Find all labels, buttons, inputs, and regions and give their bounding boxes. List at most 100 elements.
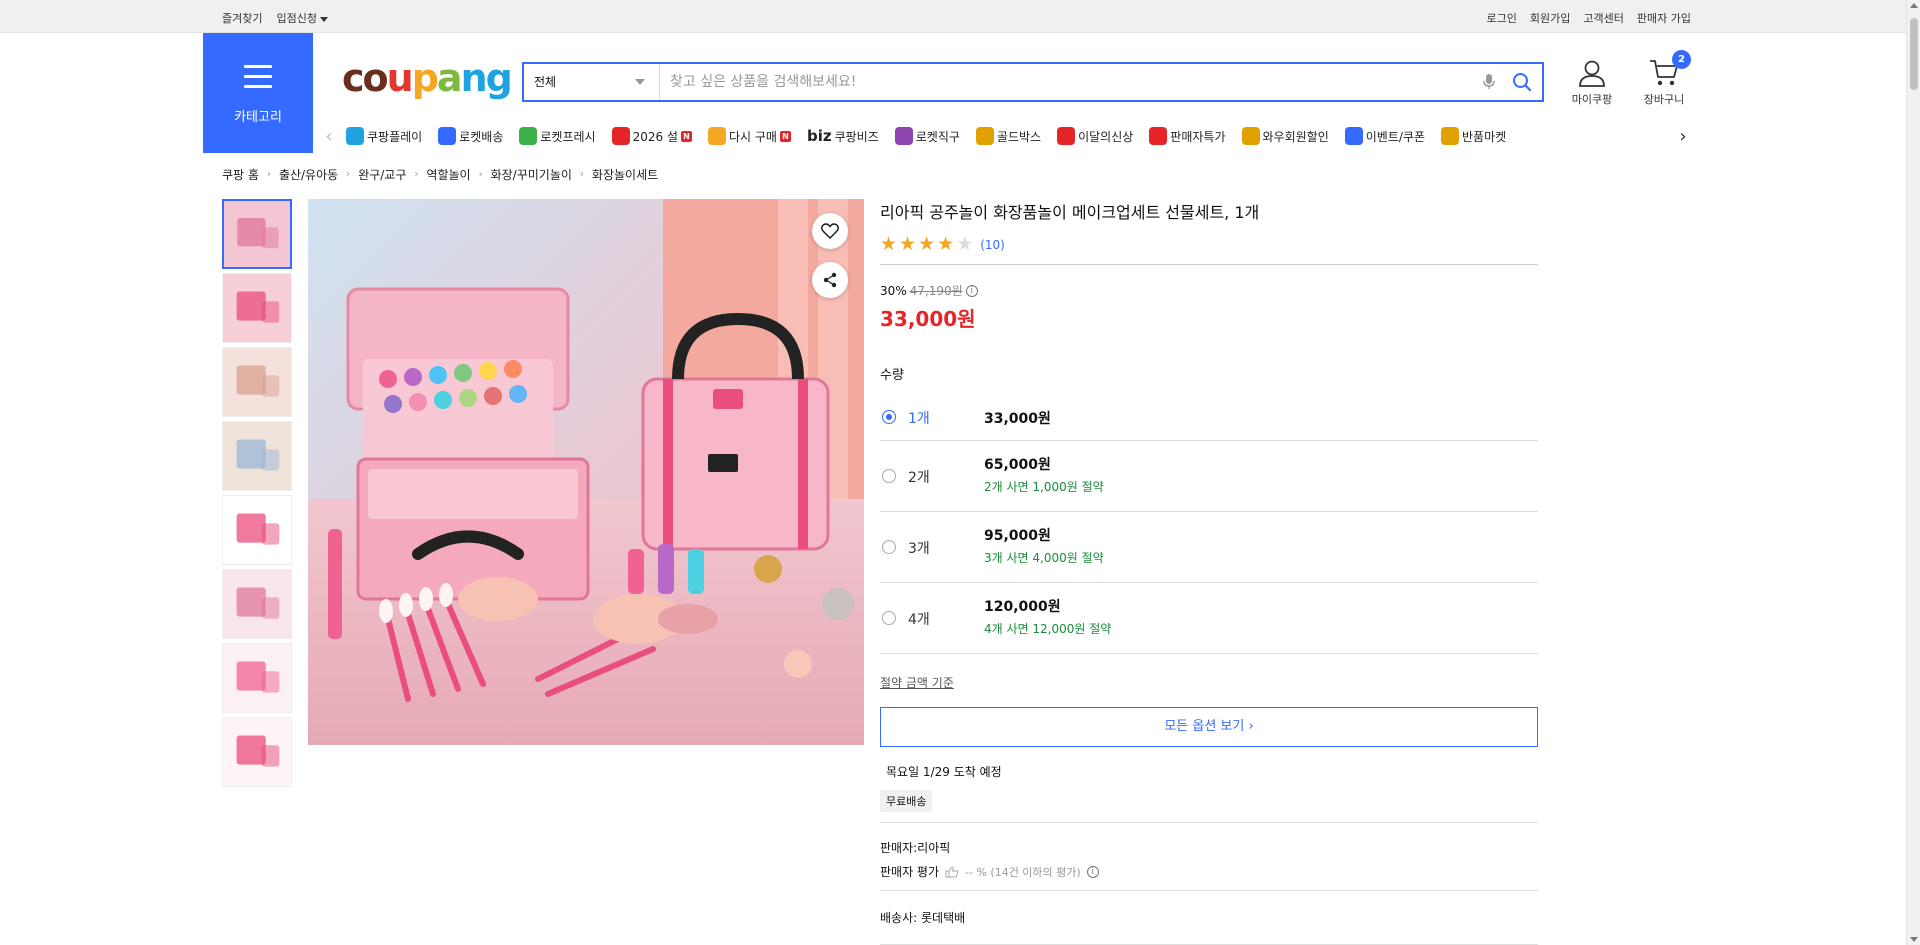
- login-link[interactable]: 로그인: [1487, 10, 1517, 26]
- quantity-option[interactable]: 4개 120,000원 4개 사면 12,000원 절약: [880, 583, 1538, 654]
- product-thumbnail[interactable]: [222, 421, 292, 491]
- seller-apply-label: 입점신청: [276, 12, 317, 25]
- new-badge: N: [680, 130, 692, 142]
- info-icon[interactable]: i: [1086, 865, 1099, 878]
- search-icon: [1513, 73, 1532, 92]
- nav-item-label: 쿠팡비즈: [834, 129, 879, 144]
- product-thumbnail[interactable]: [222, 643, 292, 713]
- scroll-up-arrow-icon[interactable]: [1910, 3, 1918, 8]
- info-icon[interactable]: i: [965, 284, 978, 297]
- top-left-links: 즐겨찾기 입점신청: [222, 10, 328, 26]
- product-thumbnail[interactable]: [222, 495, 292, 565]
- nav-item[interactable]: 반품마켓: [1441, 127, 1506, 145]
- rocket-icon: [438, 127, 457, 145]
- thumbnail-list: [222, 199, 294, 791]
- quantity-options: 1개 33,000원 2개 65,000원 2개 사면 1,000원 절약 3개 95,00…: [880, 393, 1538, 654]
- review-count-link[interactable]: (10): [980, 238, 1005, 252]
- return-market-icon: [1441, 127, 1459, 145]
- cart-label: 장바구니: [1643, 93, 1685, 106]
- breadcrumb-item[interactable]: 역할놀이: [426, 166, 470, 183]
- thumbs-up-icon: [945, 865, 959, 877]
- radio-button[interactable]: [882, 410, 896, 424]
- all-options-button[interactable]: 모든 옵션 보기 ›: [880, 707, 1538, 747]
- saving-basis-link[interactable]: 절약 금액 기준: [880, 674, 1538, 691]
- seller-signup-link[interactable]: 판매자 가입: [1637, 10, 1691, 26]
- quantity-option[interactable]: 3개 95,000원 3개 사면 4,000원 절약: [880, 512, 1538, 583]
- nav-next-arrow-icon[interactable]: ›: [1672, 126, 1694, 147]
- search-input[interactable]: [660, 64, 1476, 100]
- search-button[interactable]: [1502, 64, 1542, 100]
- radio-button[interactable]: [882, 540, 896, 554]
- free-shipping-badge: 무료배송: [880, 790, 933, 812]
- search-category-select[interactable]: 전체: [524, 64, 660, 100]
- breadcrumb-separator-icon: ›: [579, 169, 584, 180]
- radio-button[interactable]: [882, 469, 896, 483]
- signup-link[interactable]: 회원가입: [1530, 10, 1570, 26]
- seller-apply-link[interactable]: 입점신청: [276, 10, 328, 26]
- discount-rate: 30%: [880, 283, 907, 298]
- wishlist-button[interactable]: [812, 213, 848, 249]
- scroll-down-arrow-icon[interactable]: [1910, 937, 1918, 942]
- nav-item[interactable]: 쿠팡플레이: [346, 127, 422, 145]
- product-thumbnail[interactable]: [222, 717, 292, 787]
- option-saving: 2개 사면 1,000원 절약: [984, 480, 1104, 494]
- nav-item-label: 2026 설: [632, 129, 678, 144]
- breadcrumb-item[interactable]: 화장놀이세트: [592, 166, 658, 183]
- radio-button[interactable]: [882, 611, 896, 625]
- chevron-down-icon: [635, 79, 645, 85]
- nav-item[interactable]: biz 쿠팡비즈: [807, 127, 879, 145]
- coupang-logo[interactable]: coupang: [342, 56, 513, 100]
- global-icon: [894, 127, 913, 145]
- nav-item[interactable]: 골드박스: [975, 127, 1042, 145]
- scrollbar-thumb[interactable]: [1910, 18, 1918, 90]
- share-button[interactable]: [812, 262, 848, 298]
- breadcrumb-item[interactable]: 쿠팡 홈: [222, 166, 259, 183]
- nav-item[interactable]: 2026 설N: [611, 127, 692, 145]
- search-category-value: 전체: [534, 75, 557, 89]
- nav-item-label: 다시 구매: [728, 129, 777, 144]
- rocket-fresh-icon: [519, 127, 538, 145]
- mycoupang-button[interactable]: 마이쿠팡: [1561, 58, 1623, 107]
- vertical-scrollbar[interactable]: [1906, 0, 1920, 945]
- sale-price: 33,000원: [880, 307, 976, 331]
- customer-center-link[interactable]: 고객센터: [1583, 10, 1623, 26]
- star-icon: ★: [937, 233, 955, 255]
- breadcrumb-item[interactable]: 화장/꾸미기놀이: [491, 166, 572, 183]
- category-button[interactable]: 카테고리: [203, 33, 313, 153]
- bookmark-link[interactable]: 즐겨찾기: [222, 10, 262, 26]
- nav-item-label: 로켓프레시: [540, 129, 596, 144]
- breadcrumb-separator-icon: ›: [266, 169, 271, 180]
- play-icon: [346, 127, 364, 145]
- shipper-label: 배송사:: [880, 911, 918, 925]
- seller-name-link[interactable]: 리아픽: [917, 841, 950, 855]
- option-quantity: 4개: [908, 612, 930, 628]
- quantity-option[interactable]: 1개 33,000원: [880, 393, 1538, 441]
- breadcrumb-item[interactable]: 출산/유아동: [279, 166, 338, 183]
- product-thumbnail[interactable]: [222, 199, 292, 269]
- product-thumbnail[interactable]: [222, 347, 292, 417]
- option-quantity: 1개: [908, 411, 930, 427]
- nav-item[interactable]: 다시 구매 N: [707, 127, 791, 145]
- nav-item[interactable]: 로켓프레시: [519, 127, 596, 145]
- shipper-row: 배송사: 롯데택배: [880, 909, 1538, 926]
- nav-prev-arrow-icon[interactable]: ‹: [318, 126, 340, 147]
- nav-item[interactable]: 이벤트/쿠폰: [1344, 127, 1425, 145]
- product-thumbnail[interactable]: [222, 273, 292, 343]
- nav-item[interactable]: 와우회원할인: [1241, 127, 1329, 145]
- nav-item[interactable]: 판매자특가: [1149, 127, 1226, 145]
- breadcrumb-item[interactable]: 완구/교구: [358, 166, 406, 183]
- nav-item-label: 이벤트/쿠폰: [1365, 129, 1425, 144]
- nav-item[interactable]: 로켓직구: [894, 127, 960, 145]
- breadcrumb-separator-icon: ›: [414, 169, 419, 180]
- cart-button[interactable]: 2 장바구니: [1634, 50, 1694, 107]
- product-thumbnail[interactable]: [222, 569, 292, 639]
- seller-deal-icon: [1149, 127, 1168, 145]
- nav-item[interactable]: 로켓배송: [438, 127, 503, 145]
- nav-item-label: 반품마켓: [1462, 129, 1507, 144]
- nav-item-label: 골드박스: [996, 129, 1042, 144]
- quantity-option[interactable]: 2개 65,000원 2개 사면 1,000원 절약: [880, 441, 1538, 512]
- nav-item[interactable]: 이달의신상: [1057, 127, 1133, 145]
- top-right-links: 로그인 회원가입 고객센터 판매자 가입: [1487, 10, 1691, 26]
- service-nav: ‹ 쿠팡플레이 로켓배송 로켓프레시 2026 설 N 다시 구매 Nbiz 쿠팡비즈 로켓직구…: [318, 124, 1694, 148]
- microphone-icon[interactable]: [1476, 69, 1502, 95]
